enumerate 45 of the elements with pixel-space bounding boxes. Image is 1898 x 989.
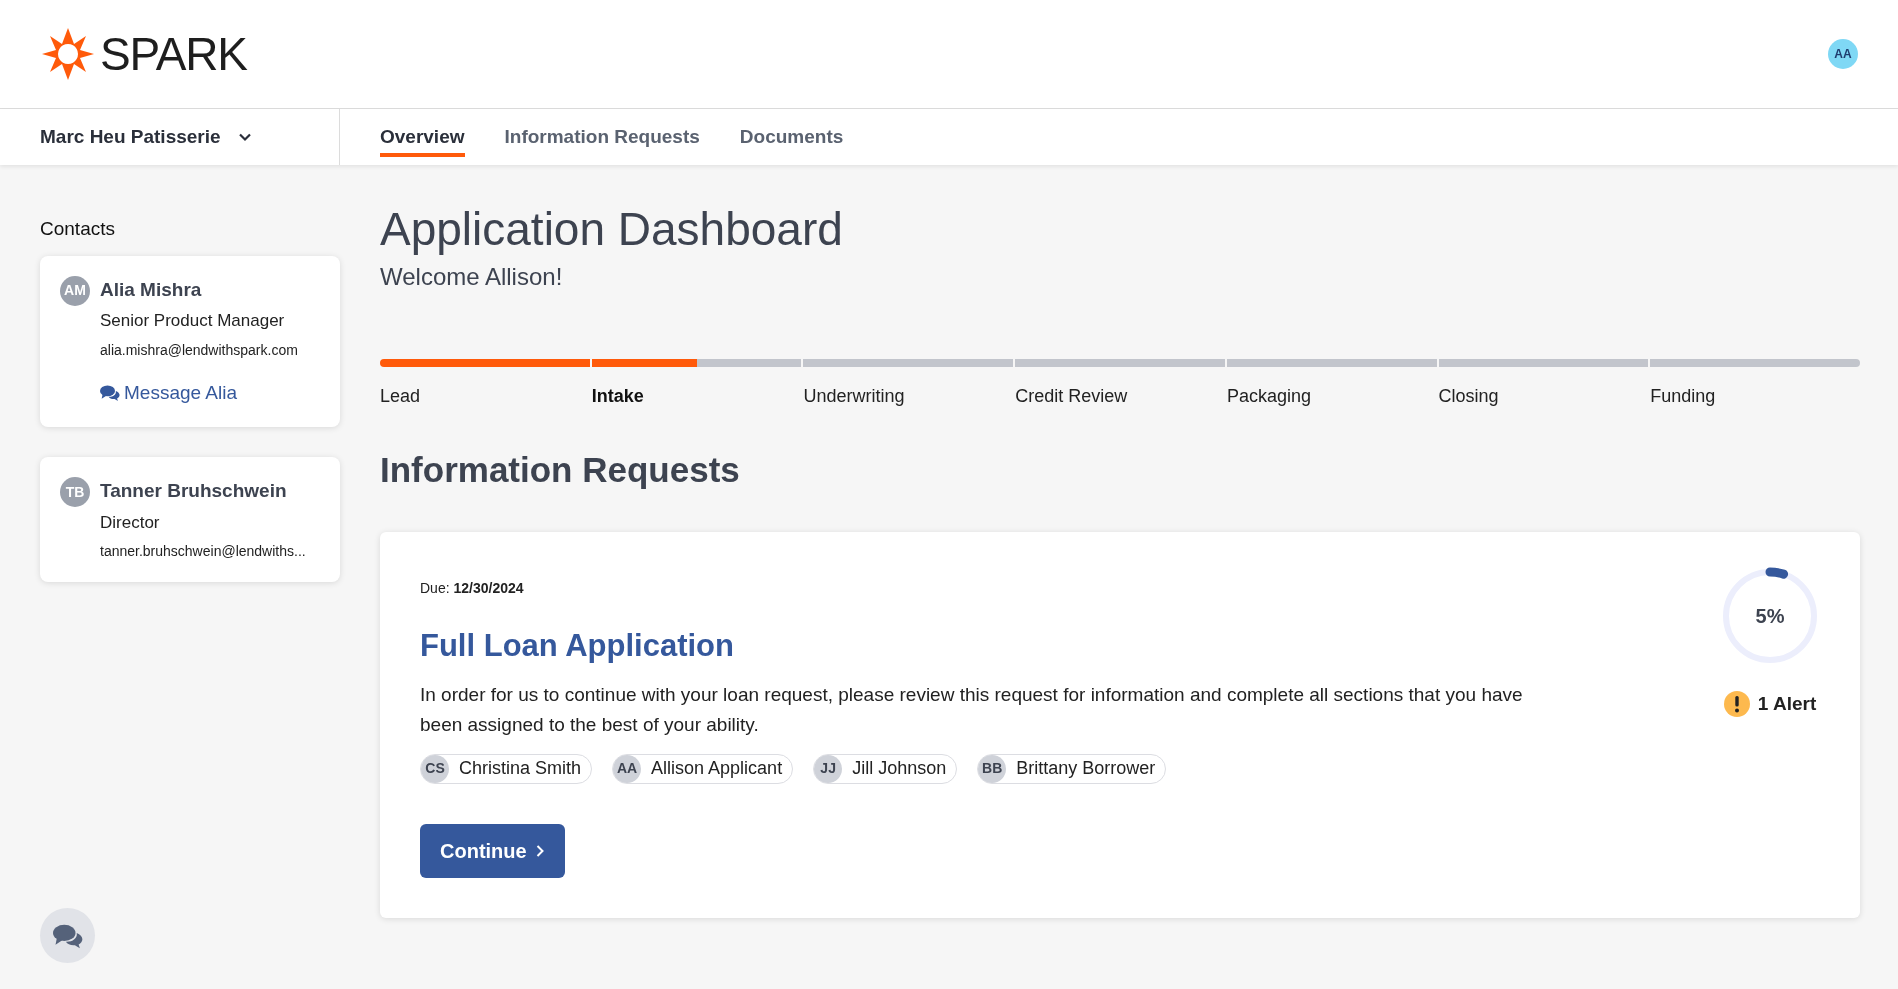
- stage-label: Credit Review: [1015, 384, 1129, 408]
- request-title[interactable]: Full Loan Application: [420, 623, 1540, 670]
- contact-email: alia.mishra@lendwithspark.com: [100, 340, 298, 360]
- stage-label: Underwriting: [803, 384, 906, 408]
- chat-icon: [52, 922, 83, 949]
- stage-label: Intake: [591, 384, 645, 408]
- user-avatar[interactable]: AA: [1828, 39, 1858, 69]
- contacts-heading: Contacts: [40, 217, 116, 241]
- business-selector[interactable]: Marc Heu Patisserie: [0, 109, 340, 165]
- contact-role: Director: [100, 511, 161, 534]
- stage-label: Packaging: [1226, 384, 1312, 408]
- assignee-avatar: JJ: [814, 754, 843, 783]
- assignee-avatar: CS: [421, 754, 449, 783]
- message-link[interactable]: Message Alia: [100, 378, 298, 407]
- nav-tab[interactable]: Information Requests: [504, 116, 700, 158]
- alert-count: 1 Alert: [1757, 692, 1817, 716]
- stage-label: Lead: [380, 384, 422, 408]
- page-title: Application Dashboard: [380, 202, 844, 257]
- logo-text: SPARK: [100, 31, 247, 77]
- chat-icon: [100, 383, 120, 402]
- stage-label: Funding: [1650, 384, 1717, 408]
- welcome-text: Welcome Allison!: [380, 261, 564, 292]
- assignee-name: Christina Smith: [459, 757, 582, 780]
- progress-percent: 5%: [1754, 604, 1786, 629]
- spark-logo[interactable]: SPARK: [40, 26, 247, 82]
- contact-avatar: AM: [60, 275, 90, 306]
- section-heading: Information Requests: [380, 448, 741, 491]
- assignee-name: Brittany Borrower: [1016, 757, 1156, 780]
- contact-email: tanner.bruhschwein@lendwiths...: [100, 542, 306, 561]
- alert-icon: [1723, 691, 1750, 718]
- contact-avatar: TB: [60, 477, 90, 507]
- assignee-avatar: BB: [978, 754, 1007, 783]
- contact-name: Tanner Bruhschwein: [100, 479, 288, 503]
- request-description: In order for us to continue with your loan request, please review this request for information and complete all sections that you have been assigned to the best of your ability.: [420, 682, 1524, 737]
- continue-button[interactable]: Continue: [420, 823, 565, 878]
- contact-name: Alia Mishra: [100, 277, 203, 302]
- assignee-name: Allison Applicant: [651, 757, 783, 780]
- contact-role: Senior Product Manager: [100, 310, 286, 332]
- due-date: Due: 12/30/2024: [420, 579, 525, 598]
- nav-tab[interactable]: Overview: [380, 116, 465, 158]
- assignee-avatar: AA: [613, 754, 642, 783]
- chevron-right-icon: [534, 843, 545, 858]
- assignee-name: Jill Johnson: [852, 757, 947, 780]
- stage-label: Closing: [1438, 384, 1500, 408]
- nav-tab[interactable]: Documents: [739, 116, 844, 158]
